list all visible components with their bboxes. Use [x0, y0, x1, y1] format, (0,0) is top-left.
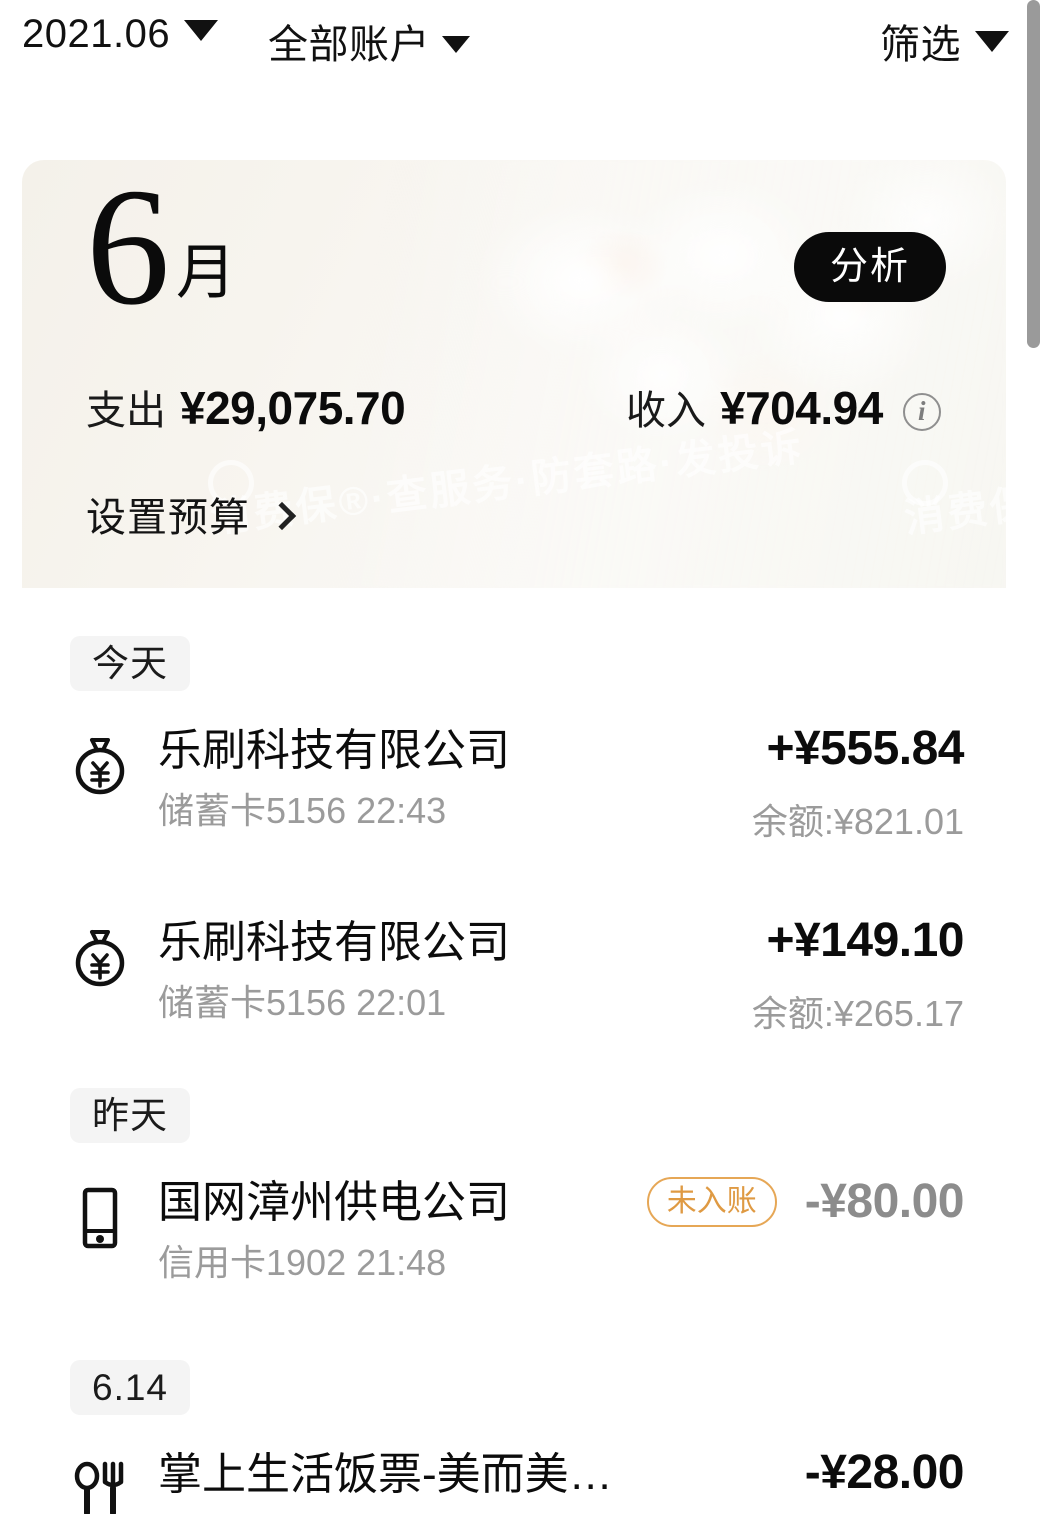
table-row[interactable]: 乐刷科技有限公司 储蓄卡5156 22:01 +¥149.10 余额:¥265.…: [22, 911, 1006, 1071]
row-text: 乐刷科技有限公司 储蓄卡5156 22:43: [158, 719, 752, 831]
month-display: 6 月: [86, 160, 236, 340]
transaction-title: 乐刷科技有限公司: [158, 919, 510, 967]
filter-button[interactable]: 筛选: [880, 12, 1009, 70]
account-selector-label: 全部账户: [268, 23, 430, 67]
expense-value: ¥29,075.70: [180, 382, 406, 434]
group-header: 今天: [22, 636, 1006, 691]
group-header: 6.14: [22, 1360, 1006, 1415]
table-row[interactable]: 乐刷科技有限公司 储蓄卡5156 22:43 +¥555.84 余额:¥821.…: [22, 719, 1006, 879]
transaction-list: 今天 乐刷科技有限公司 储蓄卡5156 22:43 +¥555.84 余额:¥8…: [22, 588, 1006, 1514]
top-bar: 2021.06 全部账户 筛选: [0, 0, 1051, 92]
transaction-balance: 余额:¥821.01: [751, 801, 964, 842]
month-suffix: 月: [176, 239, 236, 306]
month-number: 6: [86, 160, 170, 340]
transaction-title: 掌上生活饭票-美而美…: [158, 1451, 613, 1499]
day-badge: 6.14: [70, 1360, 191, 1415]
transaction-group: 6.14 掌上生活饭票-美而美… -¥28.00: [22, 1360, 1006, 1514]
group-header: 昨天: [22, 1088, 1006, 1143]
row-amount-block: 未入账 -¥80.00: [646, 1171, 965, 1228]
expense-stat: 支出 ¥29,075.70: [86, 378, 406, 436]
amount-line: 未入账 -¥80.00: [646, 1175, 965, 1228]
transaction-subtitle: 信用卡1902 21:48: [158, 1242, 447, 1284]
expense-label: 支出: [86, 389, 166, 433]
transaction-amount: -¥28.00: [804, 1446, 965, 1499]
row-text: 国网漳州供电公司 信用卡1902 21:48: [158, 1171, 647, 1283]
summary-stats: 支出 ¥29,075.70 收入 ¥704.94 i: [22, 378, 1006, 448]
income-value: ¥704.94: [720, 382, 883, 434]
income-stat: 收入 ¥704.94 i: [626, 378, 941, 436]
row-text: 乐刷科技有限公司 储蓄卡5156 22:01: [158, 911, 752, 1023]
money-bag-icon: [70, 923, 130, 993]
account-selector[interactable]: 全部账户: [268, 12, 470, 70]
row-amount-block: -¥28.00: [804, 1443, 965, 1499]
transaction-group: 今天 乐刷科技有限公司 储蓄卡5156 22:43 +¥555.84 余额:¥8…: [22, 636, 1006, 1071]
filter-button-label: 筛选: [880, 23, 961, 67]
set-budget-link[interactable]: 设置预算: [86, 485, 297, 543]
status-badge: 未入账: [646, 1177, 777, 1227]
summary-card: 消费保®·查服务·防套路·发投诉 消费保®·查服务·防套路·发投诉 消费保®·查…: [22, 160, 1006, 588]
transaction-group: 昨天 国网漳州供电公司 信用卡1902 21:48 未入账 -¥80.00: [22, 1088, 1006, 1331]
analyze-button[interactable]: 分析: [793, 232, 946, 302]
day-badge: 今天: [70, 636, 190, 691]
app-root: 2021.06 全部账户 筛选 消费保®·查服务·防套路·发投诉 消费保®·查服…: [0, 0, 1051, 1514]
transaction-title: 乐刷科技有限公司: [158, 727, 510, 775]
chevron-down-icon: [975, 31, 1009, 52]
amount-line: +¥555.84: [766, 725, 964, 773]
chevron-down-icon: [442, 36, 470, 53]
amount-line: +¥149.10: [766, 917, 964, 965]
table-row[interactable]: 掌上生活饭票-美而美… -¥28.00: [22, 1443, 1006, 1514]
day-badge: 昨天: [70, 1088, 190, 1143]
transaction-subtitle: 储蓄卡5156 22:01: [158, 982, 447, 1024]
row-amount-block: +¥555.84 余额:¥821.01: [751, 719, 965, 845]
cutlery-icon: [70, 1455, 130, 1514]
amount-line: -¥28.00: [804, 1446, 965, 1499]
row-text: 掌上生活饭票-美而美…: [158, 1443, 805, 1499]
transaction-balance: 余额:¥265.17: [751, 993, 964, 1034]
set-budget-label: 设置预算: [86, 496, 250, 540]
row-amount-block: +¥149.10 余额:¥265.17: [751, 911, 965, 1037]
info-icon[interactable]: i: [902, 392, 941, 431]
money-bag-icon: [70, 731, 130, 801]
mobile-phone-icon: [70, 1183, 130, 1253]
month-selector-label: 2021.06: [22, 12, 171, 56]
month-selector[interactable]: 2021.06: [22, 12, 219, 57]
table-row[interactable]: 国网漳州供电公司 信用卡1902 21:48 未入账 -¥80.00: [22, 1171, 1006, 1331]
transaction-subtitle: 储蓄卡5156 22:43: [158, 790, 447, 832]
income-label: 收入: [626, 389, 706, 433]
transaction-title: 国网漳州供电公司: [158, 1179, 510, 1227]
transaction-amount: +¥149.10: [766, 914, 964, 967]
chevron-down-icon: [184, 20, 219, 41]
chevron-right-icon: [267, 501, 297, 531]
scrollbar-thumb[interactable]: [1027, 0, 1040, 348]
transaction-amount: -¥80.00: [804, 1175, 965, 1228]
transaction-amount: +¥555.84: [766, 722, 964, 775]
